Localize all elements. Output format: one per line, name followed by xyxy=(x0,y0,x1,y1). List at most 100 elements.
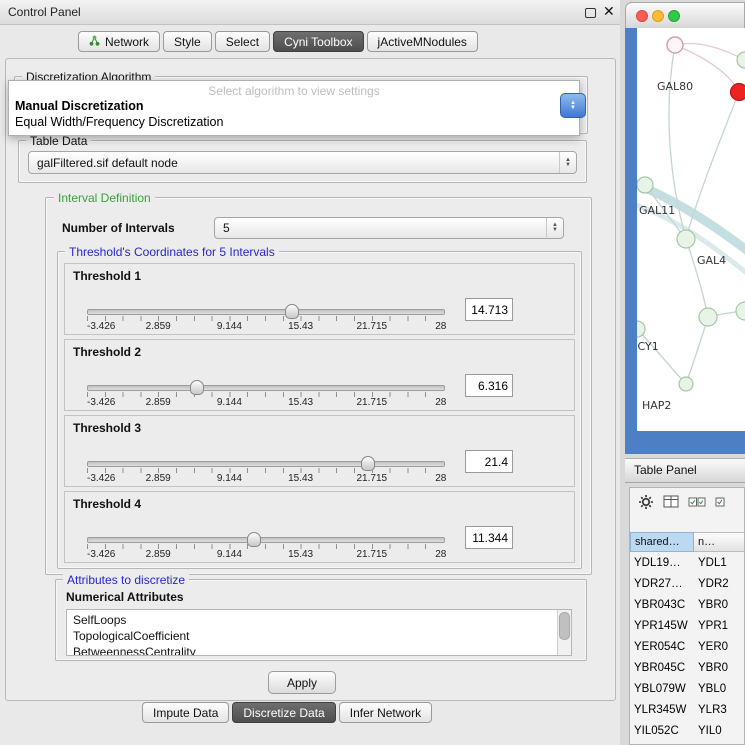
table-row[interactable]: YBR045C YBR0 xyxy=(630,659,745,680)
table-row[interactable]: YBR043C YBR0 xyxy=(630,596,745,617)
select-rows-icon[interactable] xyxy=(715,495,727,513)
cell[interactable]: YIL0 xyxy=(698,725,745,737)
table-row[interactable]: YER054C YER0 xyxy=(630,638,745,659)
network-edge xyxy=(686,317,708,384)
close-icon[interactable]: ✕ xyxy=(603,3,615,20)
scale-label: 15.43 xyxy=(288,397,313,408)
scrollbar-thumb[interactable] xyxy=(559,612,570,640)
cell[interactable]: YPR1 xyxy=(698,620,745,632)
slider-thumb[interactable] xyxy=(190,380,204,395)
slider-thumb[interactable] xyxy=(285,304,299,319)
scale-label: 21.715 xyxy=(357,321,388,332)
table-row[interactable]: YDR27… YDR2 xyxy=(630,575,745,596)
cell[interactable]: YDL19… xyxy=(634,557,692,569)
scale-label: 9.144 xyxy=(217,321,242,332)
table-data-combo-value: galFiltered.sif default node xyxy=(29,156,559,170)
threshold-value-field[interactable] xyxy=(465,450,513,473)
tab-select[interactable]: Select xyxy=(215,31,270,52)
mac-minimize-button[interactable] xyxy=(652,10,664,22)
network-node[interactable] xyxy=(677,230,695,248)
table-data-combo[interactable]: galFiltered.sif default node ▲▼ xyxy=(28,151,577,174)
column-header-name[interactable]: n… xyxy=(694,532,745,552)
cell[interactable]: YER054C xyxy=(634,641,692,653)
network-node[interactable] xyxy=(679,377,693,391)
table-row[interactable]: YLR345W YLR3 xyxy=(630,701,745,722)
tab-infer-network[interactable]: Infer Network xyxy=(339,702,432,723)
number-of-intervals-value: 5 xyxy=(215,221,546,235)
mac-zoom-button[interactable] xyxy=(668,10,680,22)
dropdown-item-manual-discretization[interactable]: Manual Discretization xyxy=(15,99,144,113)
table-row[interactable]: YBL079W YBL0 xyxy=(630,680,745,701)
list-item[interactable]: SelfLoops xyxy=(67,612,571,628)
slider-track[interactable] xyxy=(87,537,445,543)
algorithm-combo-stepper[interactable]: ▲▼ xyxy=(560,93,586,118)
threshold-value-field[interactable] xyxy=(465,374,513,397)
network-node[interactable] xyxy=(736,302,745,320)
tab-cyni-toolbox[interactable]: Cyni Toolbox xyxy=(273,31,363,52)
tab-style[interactable]: Style xyxy=(163,31,212,52)
threshold-slider[interactable]: -3.4262.8599.14415.4321.71528 xyxy=(87,380,443,408)
threshold-value-field[interactable] xyxy=(465,298,513,321)
network-node-selected[interactable] xyxy=(731,84,745,101)
dropdown-item-equal-width-frequency[interactable]: Equal Width/Frequency Discretization xyxy=(15,115,223,129)
cell[interactable]: YBR043C xyxy=(634,599,692,611)
select-columns-icon[interactable] xyxy=(688,495,706,513)
scale-label: -3.426 xyxy=(87,321,115,332)
cell[interactable]: YPR145W xyxy=(634,620,692,632)
slider-track[interactable] xyxy=(87,309,445,315)
tab-jactivemnodules[interactable]: jActiveMNodules xyxy=(367,31,478,52)
cell[interactable]: YBR045C xyxy=(634,662,692,674)
tab-network[interactable]: Network xyxy=(78,31,160,52)
cell[interactable]: YLR3 xyxy=(698,704,745,716)
tab-label: Cyni Toolbox xyxy=(284,35,352,49)
slider-thumb[interactable] xyxy=(361,456,375,471)
column-header-shared-name[interactable]: shared… xyxy=(630,532,694,552)
cell[interactable]: YBR0 xyxy=(698,662,745,674)
list-item[interactable]: TopologicalCoefficient xyxy=(67,628,571,644)
table-row[interactable]: YPR145W YPR1 xyxy=(630,617,745,638)
cell[interactable]: YER0 xyxy=(698,641,745,653)
network-node[interactable] xyxy=(637,177,653,193)
threshold-label: Threshold 1 xyxy=(73,269,141,283)
tab-label: Impute Data xyxy=(153,706,218,720)
threshold-value-field[interactable] xyxy=(465,526,513,549)
mac-close-button[interactable] xyxy=(636,10,648,22)
cell[interactable]: YDR27… xyxy=(634,578,692,590)
threshold-slider[interactable]: -3.4262.8599.14415.4321.71528 xyxy=(87,532,443,560)
list-scrollbar[interactable] xyxy=(557,610,571,655)
scale-label: 15.43 xyxy=(288,549,313,560)
scale-label: 2.859 xyxy=(146,549,171,560)
network-node[interactable] xyxy=(637,321,645,337)
numerical-attributes-label: Numerical Attributes xyxy=(66,590,184,604)
cell[interactable]: YBL079W xyxy=(634,683,692,695)
slider-track[interactable] xyxy=(87,385,445,391)
slider-track[interactable] xyxy=(87,461,445,467)
slider-thumb[interactable] xyxy=(247,532,261,547)
cell[interactable]: YBL0 xyxy=(698,683,745,695)
tab-discretize-data[interactable]: Discretize Data xyxy=(232,702,335,723)
gear-icon[interactable] xyxy=(638,494,654,515)
control-panel-titlebar[interactable] xyxy=(0,0,620,25)
list-item[interactable]: BetweennessCentrality xyxy=(67,644,571,656)
network-node[interactable] xyxy=(667,37,683,53)
tab-impute-data[interactable]: Impute Data xyxy=(142,702,229,723)
table-row[interactable]: YIL052C YIL0 xyxy=(630,722,745,743)
threshold-slider[interactable]: -3.4262.8599.14415.4321.71528 xyxy=(87,304,443,332)
table-row[interactable]: YDL19… YDL1 xyxy=(630,554,745,575)
network-window-titlebar[interactable] xyxy=(625,2,745,28)
cell[interactable]: YDR2 xyxy=(698,578,745,590)
attributes-list[interactable]: SelfLoops TopologicalCoefficient Between… xyxy=(66,609,572,656)
float-window-icon[interactable] xyxy=(585,8,596,18)
cell[interactable]: YLR345W xyxy=(634,704,692,716)
cell[interactable]: YBR0 xyxy=(698,599,745,611)
number-of-intervals-combo[interactable]: 5 ▲▼ xyxy=(214,217,564,239)
cell[interactable]: YDL1 xyxy=(698,557,745,569)
table-panel-bar[interactable]: Table Panel xyxy=(625,458,745,483)
network-node[interactable] xyxy=(737,52,745,68)
cell[interactable]: YIL052C xyxy=(634,725,692,737)
network-canvas[interactable]: GAL80 GAL11 GAL4 GCY1 HAP2 xyxy=(637,28,745,431)
columns-icon[interactable] xyxy=(663,495,679,513)
network-node[interactable] xyxy=(699,308,717,326)
threshold-slider[interactable]: -3.4262.8599.14415.4321.71528 xyxy=(87,456,443,484)
apply-button[interactable]: Apply xyxy=(268,671,336,694)
